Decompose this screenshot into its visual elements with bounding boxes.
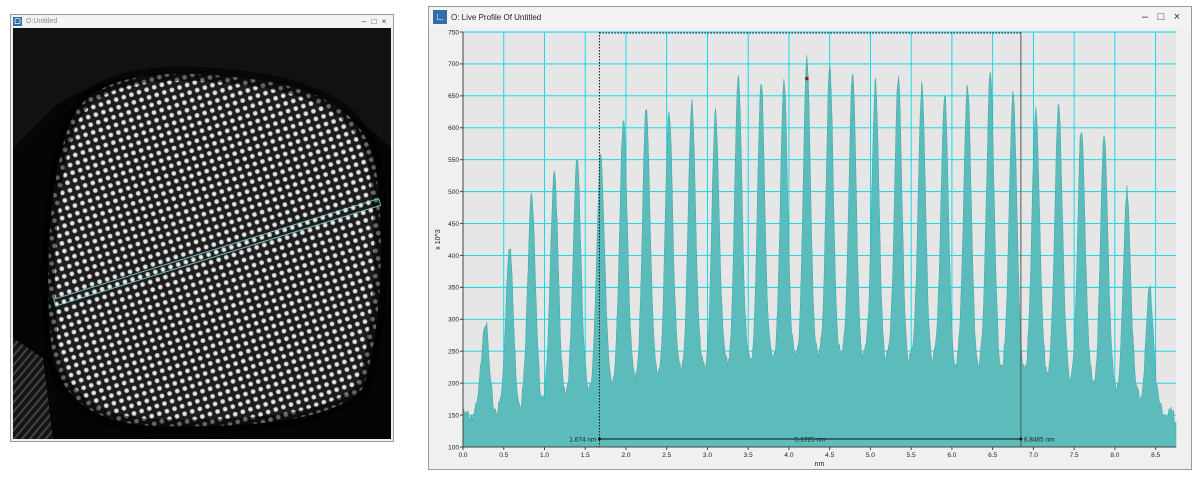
profile-plot[interactable]: 1.674 nm 5.1725 nm 6.8465 nm 100 150 200 250 3…: [429, 27, 1191, 469]
measure-width-label: 5.1725 nm: [795, 437, 826, 444]
y-tick-label: 600: [448, 125, 459, 132]
profile-window-title: O: Live Profile Of Untitled: [451, 12, 542, 22]
y-tick-label: 350: [448, 285, 459, 292]
x-tick-label: 1.0: [540, 452, 549, 459]
x-tick-label: 7.0: [1029, 452, 1038, 459]
x-tick-label: 3.0: [703, 452, 712, 459]
profile-window: ∟ O: Live Profile Of Untitled – □ × 1.67…: [428, 6, 1192, 470]
minimize-button[interactable]: –: [1137, 11, 1153, 23]
y-tick-label: 200: [448, 380, 459, 387]
x-tick-label: 6.0: [947, 452, 956, 459]
y-axis: 100 150 200 250 300 350 400 450 500 550 600 650 700 7…: [448, 29, 464, 451]
image-window: ▢ O:Untitled – □ ×: [10, 14, 394, 442]
maximize-button[interactable]: □: [1153, 11, 1169, 23]
image-window-title: O:Untitled: [26, 17, 58, 25]
x-tick-label: 0.5: [499, 452, 508, 459]
measure-start-label: 1.674 nm: [569, 437, 596, 444]
x-axis: 0.0 0.5 1.0 1.5 2.0 2.5 3.0 3.5 4.0 4.5 5.0 5.5 6.0 6…: [458, 446, 1176, 459]
x-tick-label: 7.5: [1070, 452, 1079, 459]
x-tick-label: 4.0: [784, 452, 793, 459]
micrograph-canvas[interactable]: [13, 28, 391, 439]
peak-marker: [805, 76, 809, 81]
y-tick-label: 700: [448, 61, 459, 68]
y-tick-label: 250: [448, 349, 459, 356]
measure-start-handle: [597, 437, 601, 441]
x-tick-label: 4.5: [825, 452, 834, 459]
close-button[interactable]: ×: [1169, 11, 1185, 23]
y-tick-label: 650: [448, 93, 459, 100]
x-axis-label: nm: [815, 461, 825, 468]
x-tick-label: 5.5: [907, 452, 916, 459]
x-tick-label: 2.0: [621, 452, 630, 459]
image-window-icon: ▢: [13, 16, 22, 26]
close-button[interactable]: ×: [379, 17, 389, 26]
profile-window-icon: ∟: [433, 10, 447, 24]
x-tick-label: 2.5: [662, 452, 671, 459]
y-tick-label: 750: [448, 29, 459, 36]
profile-window-controls: – □ ×: [1137, 7, 1185, 27]
x-tick-label: 5.0: [866, 452, 875, 459]
y-tick-label: 550: [448, 157, 459, 164]
y-tick-label: 300: [448, 317, 459, 324]
y-tick-label: 100: [448, 444, 459, 451]
image-window-controls: – □ ×: [359, 15, 389, 27]
x-tick-label: 1.5: [581, 452, 590, 459]
measure-end-handle: [1019, 437, 1023, 441]
x-tick-label: 6.5: [988, 452, 997, 459]
x-tick-label: 8.0: [1110, 452, 1119, 459]
y-tick-label: 400: [448, 253, 459, 260]
y-axis-label: x 10^3: [435, 229, 442, 250]
measure-end-label: 6.8465 nm: [1024, 437, 1055, 444]
y-tick-label: 500: [448, 189, 459, 196]
x-tick-label: 0.0: [458, 452, 467, 459]
minimize-button[interactable]: –: [359, 17, 369, 26]
x-tick-label: 3.5: [744, 452, 753, 459]
maximize-button[interactable]: □: [369, 17, 379, 26]
image-window-titlebar[interactable]: ▢ O:Untitled: [11, 15, 393, 27]
y-tick-label: 450: [448, 221, 459, 228]
x-tick-label: 8.5: [1151, 452, 1160, 459]
profile-window-titlebar[interactable]: ∟ O: Live Profile Of Untitled: [429, 7, 1191, 27]
y-tick-label: 150: [448, 412, 459, 419]
